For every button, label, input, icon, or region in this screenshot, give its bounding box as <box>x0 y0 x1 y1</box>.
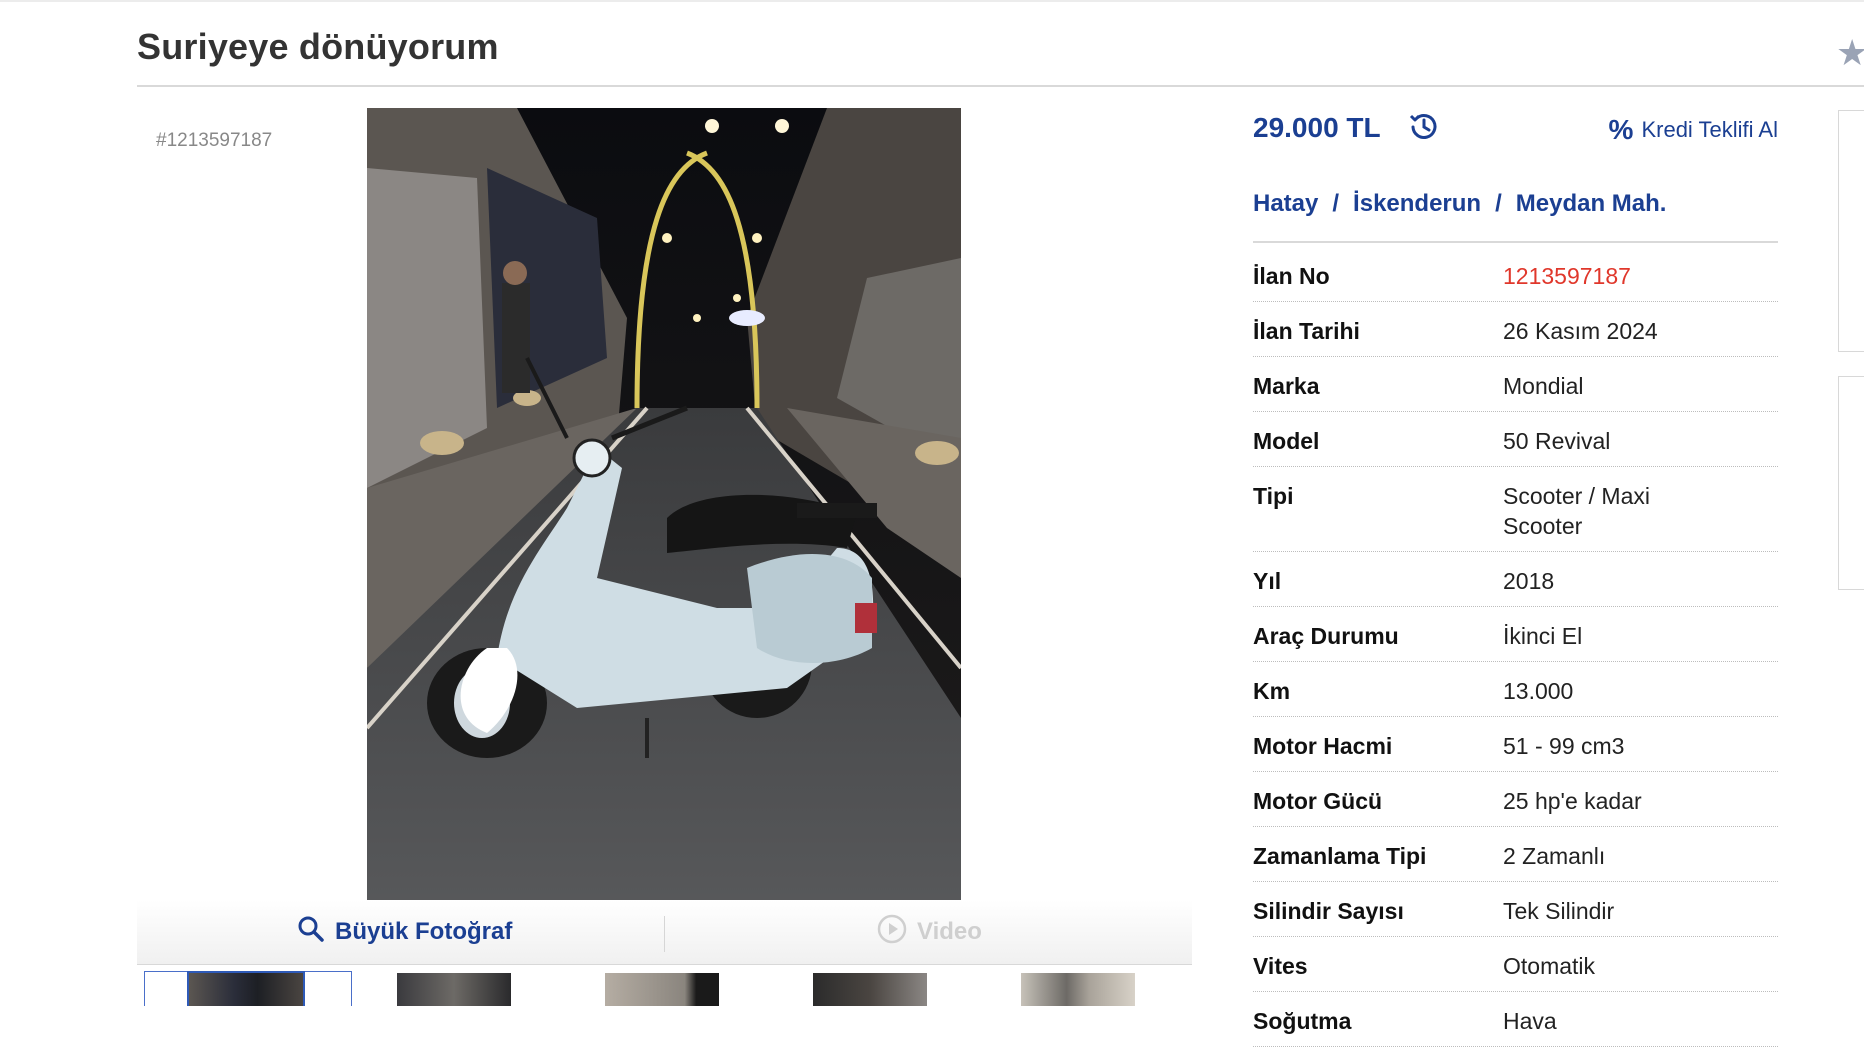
location-city[interactable]: Hatay <box>1253 190 1318 218</box>
spec-label: Soğutma <box>1253 1008 1352 1034</box>
breadcrumb: Hatay / İskenderun / Meydan Mah. <box>1253 190 1666 218</box>
spec-row: Marka Mondial <box>1253 357 1778 412</box>
spec-row: Silindir Sayısı Tek Silindir <box>1253 882 1778 937</box>
spec-row: İlan Tarihi 26 Kasım 2024 <box>1253 302 1778 357</box>
spec-label: İlan Tarihi <box>1253 318 1360 344</box>
page-title: Suriyeye dönüyorum <box>137 26 499 67</box>
photo-toolbar: Büyük Fotoğraf Video <box>137 900 1192 965</box>
side-panel-box-2 <box>1838 376 1864 590</box>
breadcrumb-separator: / <box>1495 190 1502 217</box>
main-photo[interactable] <box>367 108 961 900</box>
spec-row: Zamanlama Tipi 2 Zamanlı <box>1253 827 1778 882</box>
credit-offer-button[interactable]: % Kredi Teklifi Al <box>1609 114 1778 146</box>
price-history-icon[interactable] <box>1405 108 1443 151</box>
thumbnail-1[interactable] <box>187 971 305 1006</box>
search-icon <box>297 915 325 950</box>
location-divider <box>1253 241 1778 243</box>
video-label: Video <box>917 918 982 945</box>
spec-row: Model 50 Revival <box>1253 412 1778 467</box>
spec-label: İlan No <box>1253 263 1330 289</box>
large-photo-button[interactable]: Büyük Fotoğraf <box>297 900 512 964</box>
spec-table: İlan No 1213597187 İlan Tarihi 26 Kasım … <box>1253 247 1778 1047</box>
spec-label: Km <box>1253 678 1291 704</box>
spec-row: Tipi Scooter / Maxi Scooter <box>1253 467 1778 552</box>
spec-value: Otomatik <box>1503 953 1596 979</box>
spec-row: İlan No 1213597187 <box>1253 247 1778 302</box>
spec-label: Araç Durumu <box>1253 623 1399 649</box>
spec-row: Araç Durumu İkinci El <box>1253 607 1778 662</box>
thumbnail-4[interactable] <box>813 973 927 1006</box>
price-row: 29.000 TL % Kredi Teklifi Al <box>1253 106 1778 150</box>
spec-value: Scooter / Maxi Scooter <box>1503 483 1650 539</box>
video-button[interactable]: Video <box>877 900 982 964</box>
spec-label: Silindir Sayısı <box>1253 898 1404 924</box>
spec-label: Vites <box>1253 953 1308 979</box>
thumbnail-5[interactable] <box>1021 973 1135 1006</box>
price: 29.000 TL <box>1253 112 1381 143</box>
spec-value: 25 hp'e kadar <box>1503 788 1642 814</box>
credit-offer-label: Kredi Teklifi Al <box>1641 117 1778 142</box>
spec-value: Mondial <box>1503 373 1584 399</box>
percent-icon: % <box>1608 114 1634 145</box>
listing-id-label: #1213597187 <box>156 130 273 151</box>
spec-row: Vites Otomatik <box>1253 937 1778 992</box>
spec-value: Hava <box>1503 1008 1557 1034</box>
spec-label: Motor Gücü <box>1253 788 1383 814</box>
spec-value: 1213597187 <box>1503 263 1631 289</box>
spec-row: Motor Hacmi 51 - 99 cm3 <box>1253 717 1778 772</box>
thumbnail-2[interactable] <box>397 973 511 1006</box>
spec-value: Tek Silindir <box>1503 898 1615 924</box>
title-divider <box>137 85 1864 87</box>
side-panel-box-1 <box>1838 110 1864 352</box>
spec-value: 2 Zamanlı <box>1503 843 1606 869</box>
spec-row: Yıl 2018 <box>1253 552 1778 607</box>
thumbnail-3[interactable] <box>605 973 719 1006</box>
spec-value: İkinci El <box>1503 623 1583 649</box>
spec-value: 13.000 <box>1503 678 1574 704</box>
spec-row: Km 13.000 <box>1253 662 1778 717</box>
spec-label: Model <box>1253 428 1320 454</box>
favorite-star-icon[interactable]: ★ <box>1836 32 1864 74</box>
thumbnail-strip <box>137 965 1192 1006</box>
spec-value: 50 Revival <box>1503 428 1611 454</box>
spec-row: Motor Gücü 25 hp'e kadar <box>1253 772 1778 827</box>
spec-label: Tipi <box>1253 483 1294 509</box>
location-district[interactable]: İskenderun <box>1353 190 1481 218</box>
spec-label: Zamanlama Tipi <box>1253 843 1427 869</box>
spec-value: 2018 <box>1503 568 1555 594</box>
breadcrumb-separator: / <box>1332 190 1340 217</box>
large-photo-label: Büyük Fotoğraf <box>335 918 513 945</box>
spec-value: 26 Kasım 2024 <box>1503 318 1658 344</box>
spec-label: Marka <box>1253 373 1320 399</box>
play-icon <box>877 914 907 951</box>
spec-label: Yıl <box>1253 568 1282 594</box>
location-neighborhood[interactable]: Meydan Mah. <box>1516 190 1667 218</box>
spec-value: 51 - 99 cm3 <box>1503 733 1625 759</box>
toolbar-divider <box>664 916 665 952</box>
spec-row: Soğutma Hava <box>1253 992 1778 1047</box>
spec-label: Motor Hacmi <box>1253 733 1393 759</box>
top-border <box>0 0 1864 2</box>
